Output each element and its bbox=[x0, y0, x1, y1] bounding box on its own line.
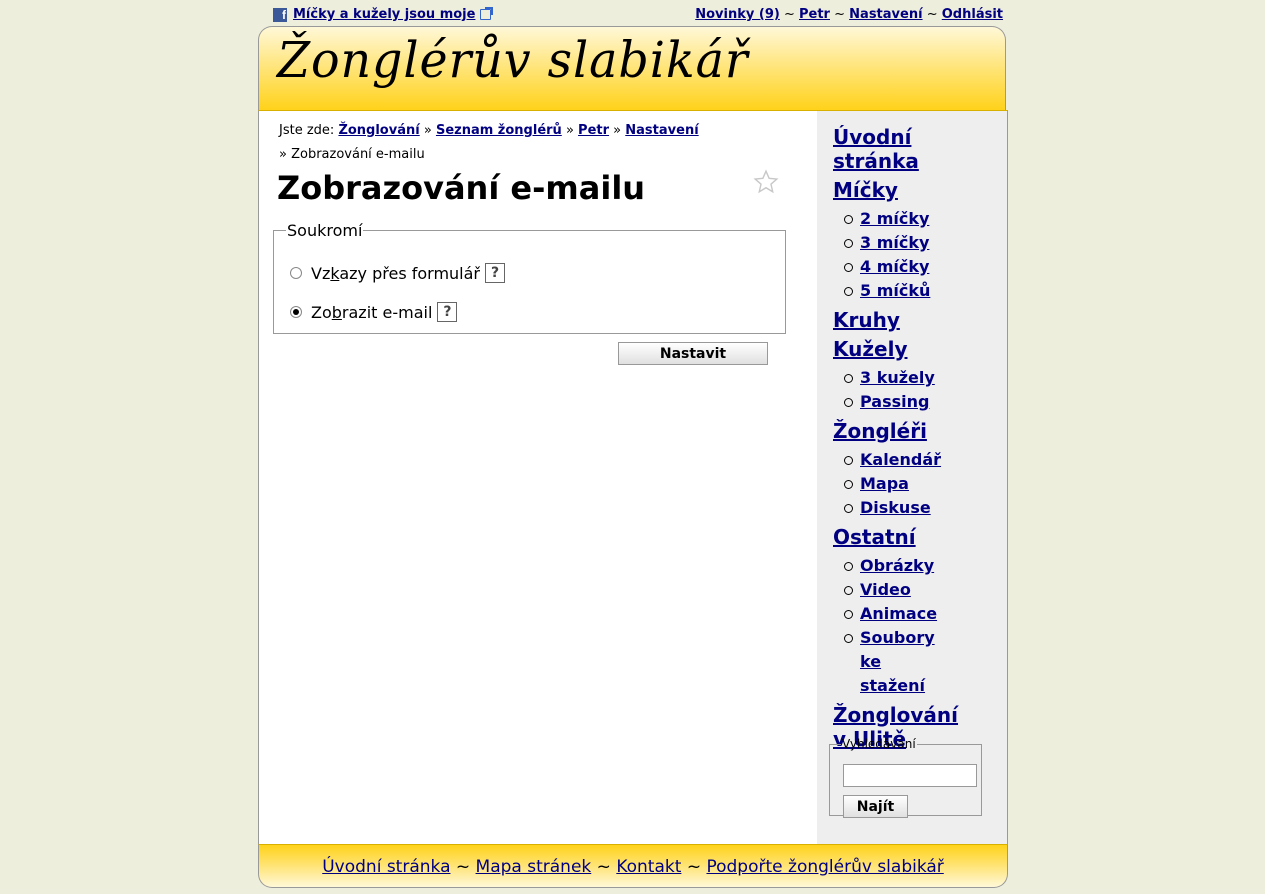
search-button[interactable]: Najít bbox=[843, 795, 908, 818]
facebook-link-group: f Míčky a kužely jsou moje bbox=[273, 7, 494, 22]
nav-link[interactable]: 5 míčků bbox=[860, 281, 930, 300]
nav-link[interactable]: Animace bbox=[860, 604, 937, 623]
user-menu: Novinky (9) ~ Petr ~ Nastavení ~ Odhlási… bbox=[695, 7, 1003, 22]
list-item: Soubory ke stažení bbox=[833, 626, 940, 698]
breadcrumb-item[interactable]: Žonglování bbox=[338, 123, 419, 138]
page-title: Zobrazování e-mailu bbox=[277, 169, 646, 207]
footer-link-contact[interactable]: Kontakt bbox=[616, 857, 681, 877]
nav-jugglers[interactable]: Žongléři bbox=[833, 419, 1003, 443]
separator: ~ bbox=[834, 7, 846, 22]
nav-jugglers-list: Kalendář Mapa Diskuse bbox=[833, 448, 1003, 520]
list-item: 5 míčků bbox=[833, 279, 1003, 303]
footer-link-support[interactable]: Podpořte žonglérův slabikář bbox=[706, 857, 943, 877]
breadcrumb-current: » Zobrazování e-mailu bbox=[279, 147, 425, 162]
nav-link[interactable]: Soubory ke stažení bbox=[860, 628, 935, 695]
help-button[interactable]: ? bbox=[485, 263, 506, 283]
top-bar: f Míčky a kužely jsou moje Novinky (9) ~… bbox=[258, 5, 1003, 25]
footer-link-home[interactable]: Úvodní stránka bbox=[322, 857, 450, 877]
nav-link[interactable]: Diskuse bbox=[860, 498, 931, 517]
list-item: Mapa bbox=[833, 472, 1003, 496]
separator: ~ bbox=[596, 857, 611, 877]
news-link[interactable]: Novinky (9) bbox=[695, 7, 780, 22]
option-show-email[interactable]: Zobrazit e-mail ? bbox=[290, 302, 458, 322]
facebook-link[interactable]: Míčky a kužely jsou moje bbox=[293, 7, 475, 22]
nav-other-list: Obrázky Video Animace Soubory ke stažení bbox=[833, 554, 1003, 698]
nav-link[interactable]: 3 kužely bbox=[860, 368, 935, 387]
breadcrumb: Jste zde: Žonglování » Seznam žonglérů »… bbox=[279, 119, 779, 167]
nav-link[interactable]: Passing bbox=[860, 392, 929, 411]
breadcrumb-prefix: Jste zde: bbox=[279, 123, 335, 138]
breadcrumb-sep: » bbox=[423, 123, 432, 138]
search-fieldset: Vyhledávání Najít bbox=[829, 737, 982, 818]
nav-link[interactable]: 2 míčky bbox=[860, 209, 929, 228]
star-icon[interactable] bbox=[753, 169, 779, 195]
breadcrumb-sep: » bbox=[613, 123, 622, 138]
separator: ~ bbox=[783, 7, 795, 22]
list-item: Passing bbox=[833, 390, 1003, 414]
list-item: Kalendář bbox=[833, 448, 1003, 472]
option-contact-form[interactable]: Vzkazy přes formulář ? bbox=[290, 263, 506, 283]
search-input[interactable] bbox=[843, 764, 977, 787]
nav-rings[interactable]: Kruhy bbox=[833, 308, 1003, 332]
list-item: 4 míčky bbox=[833, 255, 1003, 279]
nav-home[interactable]: Úvodní stránka bbox=[833, 125, 933, 173]
separator: ~ bbox=[926, 7, 938, 22]
option-label: Zobrazit e-mail bbox=[311, 302, 433, 322]
nav-link[interactable]: 3 míčky bbox=[860, 233, 929, 252]
nav-clubs[interactable]: Kužely bbox=[833, 337, 1003, 361]
list-item: 3 míčky bbox=[833, 231, 1003, 255]
nav-link[interactable]: 4 míčky bbox=[860, 257, 929, 276]
site-logo[interactable]: Žonglérův slabikář bbox=[277, 31, 749, 89]
list-item: Obrázky bbox=[833, 554, 1003, 578]
breadcrumb-item[interactable]: Nastavení bbox=[625, 123, 698, 138]
submit-button[interactable]: Nastavit bbox=[618, 342, 768, 365]
list-item: Video bbox=[833, 578, 1003, 602]
nav-link[interactable]: Mapa bbox=[860, 474, 909, 493]
radio-contact-form[interactable] bbox=[290, 267, 302, 279]
nav-link[interactable]: Kalendář bbox=[860, 450, 941, 469]
privacy-fieldset: Soukromí Vzkazy přes formulář ? Zobrazit… bbox=[273, 221, 786, 334]
user-link[interactable]: Petr bbox=[799, 7, 830, 22]
option-label: Vzkazy přes formulář bbox=[311, 263, 481, 283]
list-item: 2 míčky bbox=[833, 207, 1003, 231]
search-legend: Vyhledávání bbox=[842, 737, 916, 751]
external-link-icon bbox=[480, 7, 494, 20]
main-area: Jste zde: Žonglování » Seznam žonglérů »… bbox=[258, 110, 1008, 844]
nav-clubs-list: 3 kužely Passing bbox=[833, 366, 1003, 414]
list-item: Animace bbox=[833, 602, 1003, 626]
radio-show-email[interactable] bbox=[290, 306, 302, 318]
breadcrumb-item[interactable]: Seznam žonglérů bbox=[436, 123, 562, 138]
sidebar-nav: Úvodní stránka Míčky 2 míčky 3 míčky 4 m… bbox=[833, 125, 1003, 756]
breadcrumb-item[interactable]: Petr bbox=[578, 123, 609, 138]
list-item: 3 kužely bbox=[833, 366, 1003, 390]
site-header: Žonglérův slabikář bbox=[258, 26, 1006, 110]
settings-link[interactable]: Nastavení bbox=[849, 7, 922, 22]
footer-link-sitemap[interactable]: Mapa stránek bbox=[476, 857, 592, 877]
privacy-legend: Soukromí bbox=[287, 221, 363, 240]
nav-balls-list: 2 míčky 3 míčky 4 míčky 5 míčků bbox=[833, 207, 1003, 303]
facebook-icon[interactable]: f bbox=[273, 7, 287, 22]
nav-link[interactable]: Video bbox=[860, 580, 911, 599]
content: Jste zde: Žonglování » Seznam žonglérů »… bbox=[259, 111, 817, 844]
sidebar: Úvodní stránka Míčky 2 míčky 3 míčky 4 m… bbox=[817, 111, 1007, 844]
logout-link[interactable]: Odhlásit bbox=[942, 7, 1003, 22]
nav-link[interactable]: Obrázky bbox=[860, 556, 934, 575]
nav-balls[interactable]: Míčky bbox=[833, 178, 1003, 202]
nav-other[interactable]: Ostatní bbox=[833, 525, 1003, 549]
site-footer: Úvodní stránka ~ Mapa stránek ~ Kontakt … bbox=[258, 844, 1008, 888]
help-button[interactable]: ? bbox=[437, 302, 458, 322]
separator: ~ bbox=[686, 857, 702, 877]
list-item: Diskuse bbox=[833, 496, 1003, 520]
breadcrumb-sep: » bbox=[565, 123, 574, 138]
separator: ~ bbox=[455, 857, 471, 877]
